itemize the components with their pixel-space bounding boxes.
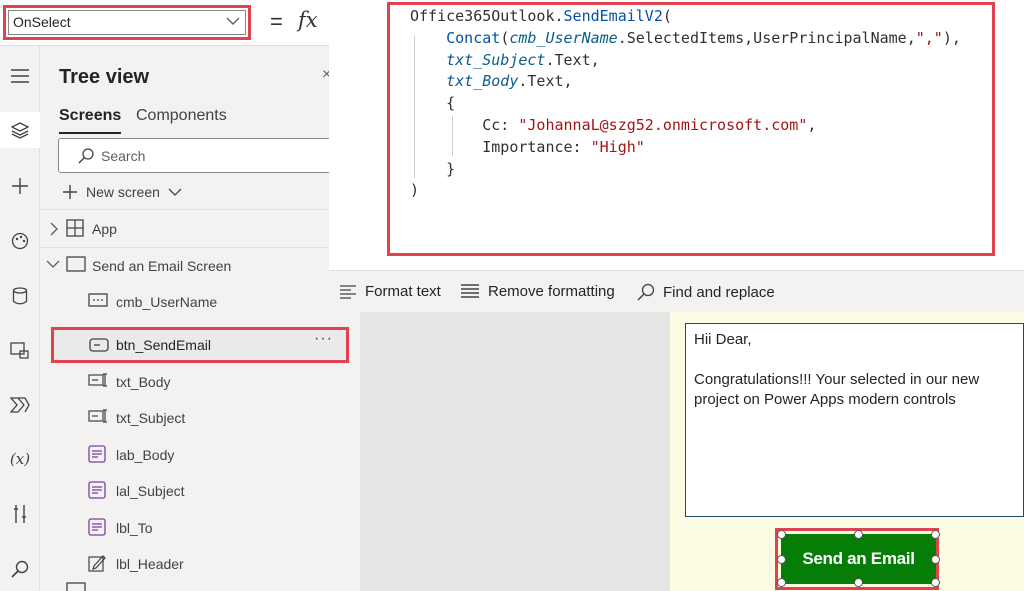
variables-icon[interactable]: (x) <box>0 441 40 477</box>
plus-icon[interactable] <box>0 168 40 204</box>
tree-node-label: App <box>92 221 117 237</box>
remove-formatting-label: Remove formatting <box>488 283 615 300</box>
format-text-icon <box>340 284 356 299</box>
tree-node-app[interactable]: App <box>40 211 360 247</box>
divider <box>40 209 360 210</box>
find-replace-label: Find and replace <box>663 283 775 301</box>
power-automate-icon[interactable] <box>0 387 40 423</box>
resize-handle[interactable] <box>777 578 786 587</box>
tree-node-label: txt_Body <box>116 374 171 390</box>
tree-node-label: btn_SendEmail <box>116 337 211 353</box>
tree-node-label: lbl_Header <box>116 556 184 572</box>
tab-components[interactable]: Components <box>136 107 227 125</box>
resize-handle[interactable] <box>931 555 940 564</box>
resize-handle[interactable] <box>854 530 863 539</box>
tab-screens[interactable]: Screens <box>59 107 122 134</box>
new-screen-button[interactable]: New screen <box>62 182 182 202</box>
chevron-down-icon <box>168 188 182 196</box>
fx-icon[interactable]: fx <box>298 8 318 32</box>
search-input[interactable]: Search <box>58 138 348 173</box>
media-icon[interactable] <box>0 332 40 368</box>
database-icon[interactable] <box>0 278 40 314</box>
tree-node-lbl-to[interactable]: lbl_To <box>40 510 360 546</box>
button-icon <box>89 338 109 352</box>
format-text-label: Format text <box>365 283 441 300</box>
text-input-icon <box>88 373 107 387</box>
chevron-down-icon <box>226 17 240 25</box>
find-replace-button[interactable]: Find and replace <box>637 283 775 301</box>
resize-handle[interactable] <box>931 578 940 587</box>
body-text-input[interactable]: Hii Dear, Congratulations!!! Your select… <box>685 323 1024 517</box>
layers-icon[interactable] <box>0 112 40 148</box>
hamburger-icon[interactable] <box>0 58 40 94</box>
tree-node-label: cmb_UserName <box>116 294 218 310</box>
search-icon <box>78 148 94 164</box>
remove-formatting-icon <box>461 283 479 298</box>
screen-icon <box>66 256 86 272</box>
tree-node-label: Send an Email Screen <box>92 258 232 274</box>
tree-node-label: lab_Body <box>116 447 175 463</box>
text-input-icon <box>88 409 107 423</box>
resize-handle[interactable] <box>777 555 786 564</box>
tree-node-label: txt_Subject <box>116 410 186 426</box>
formula-code[interactable]: Office365Outlook.SendEmailV2( Concat(cmb… <box>410 6 961 202</box>
chevron-right-icon <box>50 222 58 236</box>
tree-node-btn-sendemail[interactable]: btn_SendEmail <box>51 327 349 363</box>
send-email-button[interactable]: Send an Email <box>781 534 936 584</box>
tree-view-lower: txt_Body txt_Subject lab_Body lal_Subjec… <box>40 364 360 591</box>
tree-node-txt-subject[interactable]: txt_Subject <box>40 400 360 436</box>
format-bar: Format text Remove formatting Find and r… <box>329 270 1024 312</box>
search-icon <box>637 283 655 301</box>
resize-handle[interactable] <box>854 578 863 587</box>
combobox-icon <box>88 293 108 307</box>
chevron-down-icon <box>46 260 60 268</box>
remove-formatting-button[interactable]: Remove formatting <box>460 283 615 300</box>
edit-label-icon <box>88 555 106 572</box>
more-options-icon[interactable]: ··· <box>314 330 333 348</box>
tree-node-next-screen[interactable] <box>40 580 360 591</box>
new-screen-label: New screen <box>86 184 160 200</box>
equals-sign: = <box>270 9 283 34</box>
plus-icon <box>63 185 77 199</box>
resize-handle[interactable] <box>931 530 940 539</box>
label-icon <box>88 481 106 499</box>
tools-icon[interactable] <box>0 496 40 532</box>
label-icon <box>88 518 106 536</box>
label-icon <box>88 445 106 463</box>
screen-icon <box>66 582 86 591</box>
resize-handle[interactable] <box>777 530 786 539</box>
tree-node-label: lbl_To <box>116 520 153 536</box>
tree-view-title: Tree view <box>59 66 150 88</box>
property-dropdown[interactable]: OnSelect <box>3 5 251 40</box>
tree-node-cmb-username[interactable]: cmb_UserName <box>40 284 360 320</box>
variables-label: (x) <box>9 450 31 468</box>
tree-node-lal-subject[interactable]: lal_Subject <box>40 473 360 509</box>
format-text-button[interactable]: Format text <box>339 283 441 300</box>
search-placeholder: Search <box>101 148 146 164</box>
property-value: OnSelect <box>13 14 71 30</box>
tree-node-label: lal_Subject <box>116 483 185 499</box>
search-icon[interactable] <box>0 551 40 587</box>
palette-icon[interactable] <box>0 223 40 259</box>
app-icon <box>66 219 84 237</box>
tree-node-txt-body[interactable]: txt_Body <box>40 364 360 400</box>
tree-node-screen[interactable]: Send an Email Screen <box>40 248 360 284</box>
tree-node-lab-body[interactable]: lab_Body <box>40 437 360 473</box>
left-rail: (x) <box>0 46 40 591</box>
tree-node-lbl-header[interactable]: lbl_Header <box>40 546 360 582</box>
